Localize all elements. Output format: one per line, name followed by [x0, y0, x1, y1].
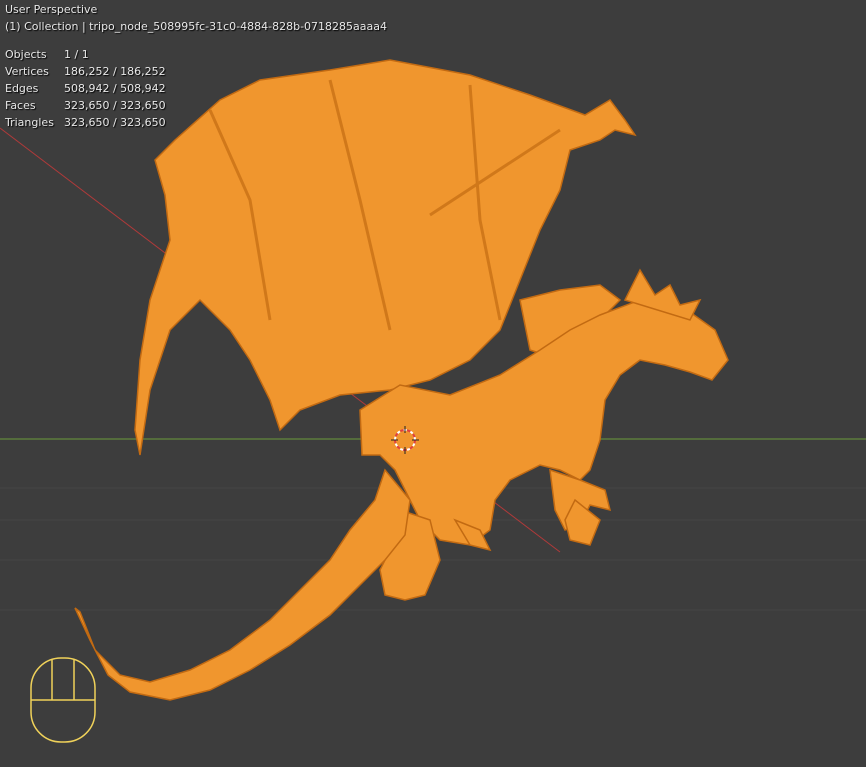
- stat-value: 1 / 1: [64, 48, 89, 61]
- collection-label: (1) Collection | tripo_node_508995fc-31c…: [5, 20, 387, 33]
- viewport-header: User Perspective (1) Collection | tripo_…: [5, 1, 387, 35]
- stat-label: Edges: [5, 82, 39, 95]
- stat-label: Vertices: [5, 65, 49, 78]
- mouse-icon: [30, 657, 96, 743]
- stat-label: Objects: [5, 48, 47, 61]
- stat-value: 186,252 / 186,252: [64, 65, 166, 78]
- view-name: User Perspective: [5, 3, 98, 16]
- stat-value: 323,650 / 323,650: [64, 99, 166, 112]
- stat-value: 323,650 / 323,650: [64, 116, 166, 129]
- stat-value: 508,942 / 508,942: [64, 82, 166, 95]
- dragon-tail: [74, 468, 411, 701]
- dragon-mesh[interactable]: [74, 59, 729, 701]
- stat-label: Triangles: [5, 116, 54, 129]
- stat-label: Faces: [5, 99, 36, 112]
- 3d-viewport[interactable]: User Perspective (1) Collection | tripo_…: [0, 0, 866, 767]
- statistics-overlay: Objects 1 / 1 Vertices 186,252 / 186,252…: [5, 46, 166, 131]
